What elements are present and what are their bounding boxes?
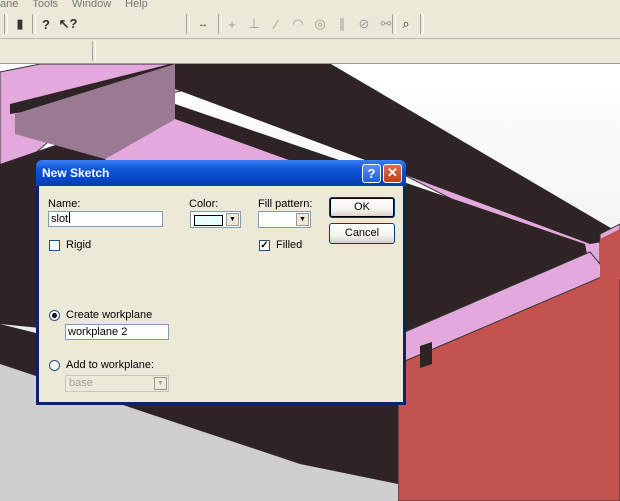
concentric-icon[interactable]: ◎ xyxy=(310,14,330,34)
radius-icon[interactable]: ⊘ xyxy=(354,14,374,34)
workplane-name-input[interactable]: workplane 2 xyxy=(65,324,169,340)
name-label: Name: xyxy=(48,198,81,210)
ok-button[interactable]: OK xyxy=(329,197,395,218)
menu-item-help[interactable]: Help xyxy=(125,0,148,10)
fill-pattern-select[interactable]: ▼ xyxy=(258,211,311,228)
chevron-down-icon[interactable]: ▼ xyxy=(226,213,239,226)
text-caret xyxy=(69,212,71,223)
filled-checkbox[interactable]: ✓ xyxy=(259,240,270,251)
perpendicular-icon[interactable]: ⊥ xyxy=(244,14,264,34)
color-select[interactable]: ▼ xyxy=(190,211,241,228)
name-value: slot xyxy=(51,213,69,225)
create-workplane-label: Create workplane xyxy=(66,309,153,321)
workplane-name-value: workplane 2 xyxy=(68,326,128,338)
add-to-workplane-radio[interactable] xyxy=(49,360,60,371)
color-label: Color: xyxy=(189,198,219,210)
coincident-icon[interactable]: + xyxy=(222,14,242,34)
color-swatch xyxy=(194,215,223,226)
filled-label: Filled xyxy=(276,239,303,251)
cancel-button[interactable]: Cancel xyxy=(329,223,395,244)
help-icon[interactable]: ? xyxy=(362,163,381,183)
chevron-down-icon[interactable]: ▼ xyxy=(296,213,309,226)
menu-item-plane[interactable]: ane xyxy=(0,0,18,10)
parallel-icon[interactable]: ∥ xyxy=(332,14,352,34)
name-input[interactable]: slot xyxy=(48,211,163,227)
add-to-workplane-label: Add to workplane: xyxy=(66,359,155,371)
help-icon[interactable]: ? xyxy=(36,14,56,34)
new-sketch-dialog: New Sketch ? ✕ Name: slot Color: ▼ Fill … xyxy=(36,160,406,405)
dimension-icon[interactable]: ↔ xyxy=(193,14,213,34)
tangent-icon[interactable]: ◠ xyxy=(288,14,308,34)
slot-notch-face xyxy=(420,342,432,368)
toolbar-separator xyxy=(4,14,8,34)
close-icon[interactable]: ✕ xyxy=(383,163,402,183)
chevron-down-icon[interactable]: ▼ xyxy=(154,377,167,390)
add-to-workplane-select[interactable]: base ▼ xyxy=(65,375,169,392)
zoom-icon[interactable]: ⌕ xyxy=(396,14,416,34)
toolbar-top: ▮ ? ↖? ↔ + ⊥ ∕ ◠ ◎ ∥ ⊘ ⚯ ⌕ xyxy=(0,10,620,39)
fill-pattern-label: Fill pattern: xyxy=(258,198,313,210)
add-to-workplane-value: base xyxy=(69,377,93,389)
dialog-titlebar[interactable]: New Sketch ? ✕ xyxy=(36,160,406,186)
dialog-client: Name: slot Color: ▼ Fill pattern: ▼ OK C… xyxy=(39,186,403,402)
menu-item-tools[interactable]: Tools xyxy=(32,0,58,10)
traffic-light-icon[interactable]: ▮ xyxy=(10,14,30,34)
toolbar-secondary xyxy=(0,39,620,64)
right-side-face xyxy=(600,229,620,286)
rigid-checkbox[interactable] xyxy=(49,240,60,251)
menu-item-window[interactable]: Window xyxy=(72,0,111,10)
toolbar-separator xyxy=(420,14,424,34)
create-workplane-radio[interactable] xyxy=(49,310,60,321)
rigid-label: Rigid xyxy=(66,239,92,251)
toolbar-separator xyxy=(186,14,190,34)
context-help-icon[interactable]: ↖? xyxy=(58,14,78,34)
line-icon[interactable]: ∕ xyxy=(266,14,286,34)
toolbar-separator xyxy=(92,41,96,61)
menu-bar: ane Tools Window Help xyxy=(0,0,620,10)
dialog-title: New Sketch xyxy=(42,166,110,180)
